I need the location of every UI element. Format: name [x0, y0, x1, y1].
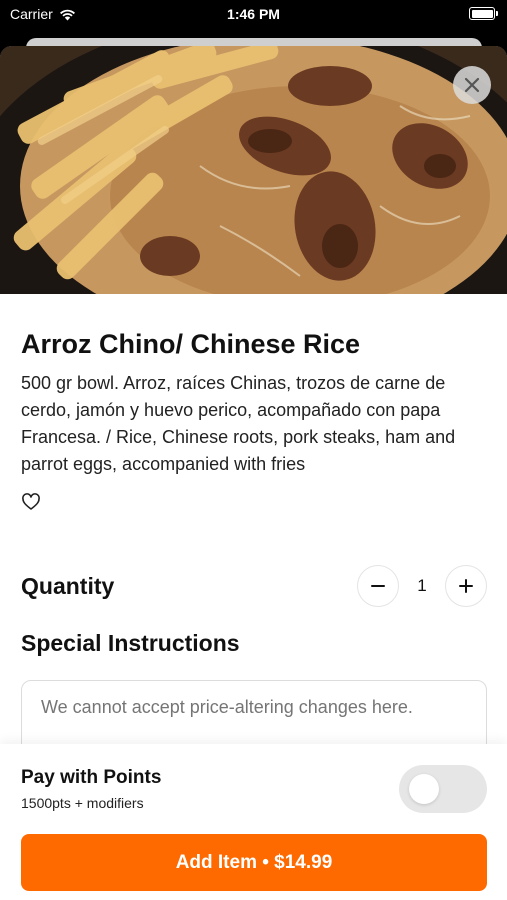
item-detail-sheet: Arroz Chino/ Chinese Rice 500 gr bowl. A… — [0, 46, 507, 900]
minus-icon — [371, 585, 385, 587]
food-photo — [0, 46, 507, 294]
quantity-row: Quantity 1 — [21, 564, 487, 608]
favorite-button[interactable] — [21, 492, 41, 512]
quantity-label: Quantity — [21, 572, 115, 599]
quantity-stepper: 1 — [357, 565, 487, 607]
battery-icon — [469, 7, 498, 20]
pay-with-points-label: Pay with Points — [21, 767, 162, 788]
plus-icon — [459, 579, 473, 593]
close-button[interactable] — [453, 66, 491, 104]
item-title: Arroz Chino/ Chinese Rice — [21, 329, 361, 359]
decrement-button[interactable] — [357, 565, 399, 607]
status-time: 1:46 PM — [227, 6, 280, 22]
heart-icon — [22, 493, 40, 510]
close-icon — [464, 77, 480, 93]
special-instructions-label: Special Instructions — [21, 630, 240, 656]
toggle-knob — [409, 774, 439, 804]
checkout-bar: Pay with Points 1500pts + modifiers Add … — [0, 744, 507, 900]
quantity-value: 1 — [417, 576, 427, 595]
status-bar: Carrier 1:46 PM — [0, 0, 507, 30]
item-description: 500 gr bowl. Arroz, raíces Chinas, trozo… — [21, 373, 456, 474]
add-item-button[interactable]: Add Item • $14.99 — [21, 834, 487, 891]
pay-with-points-toggle[interactable] — [399, 765, 487, 813]
increment-button[interactable] — [445, 565, 487, 607]
points-cost: 1500pts + modifiers — [21, 795, 144, 811]
item-content: Arroz Chino/ Chinese Rice 500 gr bowl. A… — [0, 294, 507, 790]
